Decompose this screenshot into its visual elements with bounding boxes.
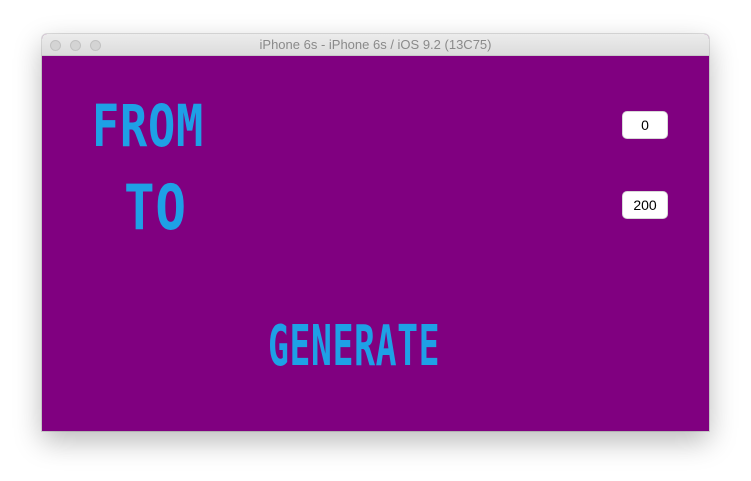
window-title: iPhone 6s - iPhone 6s / iOS 9.2 (13C75) [259, 37, 492, 52]
from-label: FROM [92, 92, 205, 160]
simulator-window: iPhone 6s - iPhone 6s / iOS 9.2 (13C75) … [42, 34, 709, 431]
generate-button[interactable]: GENERATE [268, 318, 440, 376]
to-label: TO [124, 171, 187, 244]
title-bar[interactable]: iPhone 6s - iPhone 6s / iOS 9.2 (13C75) [42, 34, 709, 56]
app-screen: FROM TO 0 200 GENERATE [42, 56, 709, 431]
to-value-field[interactable]: 200 [622, 191, 668, 219]
from-value-field[interactable]: 0 [622, 111, 668, 139]
